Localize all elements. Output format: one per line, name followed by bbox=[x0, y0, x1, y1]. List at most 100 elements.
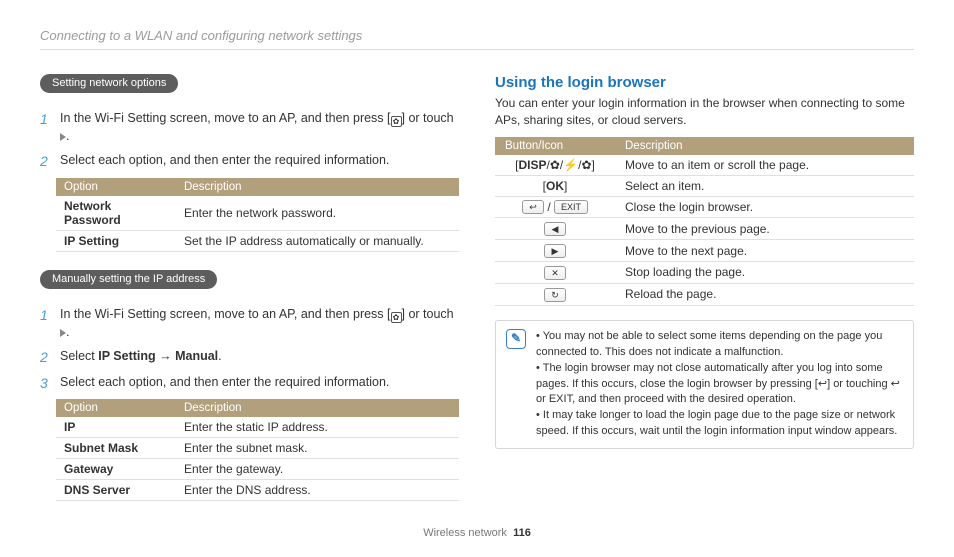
stop-icon: ✕ bbox=[544, 266, 566, 280]
table-row: ◀ Move to the previous page. bbox=[495, 218, 914, 240]
cell-val: Enter the subnet mask. bbox=[176, 438, 459, 459]
right-arrow-icon: ▶ bbox=[544, 244, 566, 258]
note-item: You may not be able to select some items… bbox=[536, 329, 903, 361]
step-number: 2 bbox=[40, 347, 52, 367]
table-row: ↩ / EXIT Close the login browser. bbox=[495, 196, 914, 218]
th-option: Option bbox=[56, 399, 176, 417]
footer-section: Wireless network bbox=[423, 527, 507, 539]
text: Select bbox=[60, 349, 98, 363]
heading-login-browser: Using the login browser bbox=[495, 74, 914, 91]
back-icon: ↩ bbox=[522, 200, 544, 214]
cell-key: Gateway bbox=[56, 459, 176, 480]
cell-val: Enter the gateway. bbox=[176, 459, 459, 480]
th-description: Description bbox=[176, 178, 459, 196]
note-item: The login browser may not close automati… bbox=[536, 361, 903, 409]
step-text: Select each option, and then enter the r… bbox=[60, 373, 459, 393]
step-number: 3 bbox=[40, 373, 52, 393]
table-row: GatewayEnter the gateway. bbox=[56, 459, 459, 480]
icon-cell: ✕ bbox=[495, 262, 615, 284]
step-1b: 1 In the Wi-Fi Setting screen, move to a… bbox=[40, 305, 459, 341]
cell-val: Select an item. bbox=[615, 175, 914, 196]
note-icon: ✎ bbox=[506, 329, 526, 349]
gear-icon: ✿ bbox=[391, 312, 402, 323]
note-box: ✎ You may not be able to select some ite… bbox=[495, 320, 914, 450]
table-row: ✕ Stop loading the page. bbox=[495, 262, 914, 284]
step-text: Select each option, and then enter the r… bbox=[60, 151, 459, 171]
icon-cell: ▶ bbox=[495, 240, 615, 262]
left-column: Setting network options 1 In the Wi-Fi S… bbox=[40, 74, 459, 519]
bold: IP Setting bbox=[98, 349, 155, 363]
page-header: Connecting to a WLAN and configuring net… bbox=[40, 28, 914, 50]
cell-key: IP Setting bbox=[56, 230, 176, 251]
cell-key: Subnet Mask bbox=[56, 438, 176, 459]
button-table: Button/Icon Description [DISP/✿/⚡/✿] Mov… bbox=[495, 137, 914, 306]
cell-key: IP bbox=[56, 417, 176, 438]
cell-key: Network Password bbox=[56, 196, 176, 231]
columns: Setting network options 1 In the Wi-Fi S… bbox=[40, 74, 914, 519]
table-row: IPEnter the static IP address. bbox=[56, 417, 459, 438]
cell-val: Move to the next page. bbox=[615, 240, 914, 262]
step-number: 2 bbox=[40, 151, 52, 171]
table-row: Subnet MaskEnter the subnet mask. bbox=[56, 438, 459, 459]
cell-val: Enter the network password. bbox=[176, 196, 459, 231]
step-text: Select IP Setting → Manual. bbox=[60, 347, 459, 367]
text: . bbox=[66, 129, 69, 143]
exit-icon: EXIT bbox=[554, 200, 588, 214]
table-row: [OK] Select an item. bbox=[495, 175, 914, 196]
cell-val: Stop loading the page. bbox=[615, 262, 914, 284]
icon-cell: ◀ bbox=[495, 218, 615, 240]
ok-icon: OK bbox=[546, 179, 564, 193]
note-item: It may take longer to load the login pag… bbox=[536, 408, 903, 440]
bold: Manual bbox=[175, 349, 218, 363]
cell-val: Set the IP address automatically or manu… bbox=[176, 230, 459, 251]
table-row: ↻ Reload the page. bbox=[495, 283, 914, 305]
disp-icon: DISP bbox=[518, 158, 546, 172]
step-number: 1 bbox=[40, 109, 52, 145]
cell-val: Enter the static IP address. bbox=[176, 417, 459, 438]
cell-val: Move to the previous page. bbox=[615, 218, 914, 240]
th-description: Description bbox=[176, 399, 459, 417]
gear-icon: ✿ bbox=[391, 116, 402, 127]
text: In the Wi-Fi Setting screen, move to an … bbox=[60, 111, 387, 125]
text: or touch bbox=[405, 307, 454, 321]
right-column: Using the login browser You can enter yo… bbox=[495, 74, 914, 519]
th-description: Description bbox=[615, 137, 914, 155]
table-row: IP Setting Set the IP address automatica… bbox=[56, 230, 459, 251]
text: or touch bbox=[405, 111, 454, 125]
step-2: 2 Select each option, and then enter the… bbox=[40, 151, 459, 171]
step-text: In the Wi-Fi Setting screen, move to an … bbox=[60, 305, 459, 341]
section-pill-manual-ip: Manually setting the IP address bbox=[40, 270, 217, 289]
reload-icon: ↻ bbox=[544, 288, 566, 302]
table-row: ▶ Move to the next page. bbox=[495, 240, 914, 262]
section-pill-network-options: Setting network options bbox=[40, 74, 178, 93]
text: . bbox=[218, 349, 221, 363]
cell-val: Reload the page. bbox=[615, 283, 914, 305]
text: . bbox=[66, 325, 69, 339]
options-table-1: Option Description Network Password Ente… bbox=[56, 178, 459, 252]
icon-cell: ↻ bbox=[495, 283, 615, 305]
icon-cell: [DISP/✿/⚡/✿] bbox=[495, 155, 615, 176]
th-button: Button/Icon bbox=[495, 137, 615, 155]
text: → bbox=[156, 349, 175, 363]
cell-val: Move to an item or scroll the page. bbox=[615, 155, 914, 176]
left-arrow-icon: ◀ bbox=[544, 222, 566, 236]
page-footer: Wireless network 116 bbox=[0, 527, 954, 539]
icon-cell: [OK] bbox=[495, 175, 615, 196]
table-row: Network Password Enter the network passw… bbox=[56, 196, 459, 231]
page-number: 116 bbox=[513, 527, 531, 539]
icon-cell: ↩ / EXIT bbox=[495, 196, 615, 218]
cell-key: DNS Server bbox=[56, 480, 176, 501]
options-table-2: Option Description IPEnter the static IP… bbox=[56, 399, 459, 501]
table-row: [DISP/✿/⚡/✿] Move to an item or scroll t… bbox=[495, 155, 914, 176]
table-row: DNS ServerEnter the DNS address. bbox=[56, 480, 459, 501]
step-text: In the Wi-Fi Setting screen, move to an … bbox=[60, 109, 459, 145]
cell-val: Close the login browser. bbox=[615, 196, 914, 218]
note-list: You may not be able to select some items… bbox=[536, 329, 903, 441]
step-2b: 2 Select IP Setting → Manual. bbox=[40, 347, 459, 367]
intro-text: You can enter your login information in … bbox=[495, 95, 914, 129]
step-1: 1 In the Wi-Fi Setting screen, move to a… bbox=[40, 109, 459, 145]
text: In the Wi-Fi Setting screen, move to an … bbox=[60, 307, 387, 321]
th-option: Option bbox=[56, 178, 176, 196]
step-number: 1 bbox=[40, 305, 52, 341]
cell-val: Enter the DNS address. bbox=[176, 480, 459, 501]
